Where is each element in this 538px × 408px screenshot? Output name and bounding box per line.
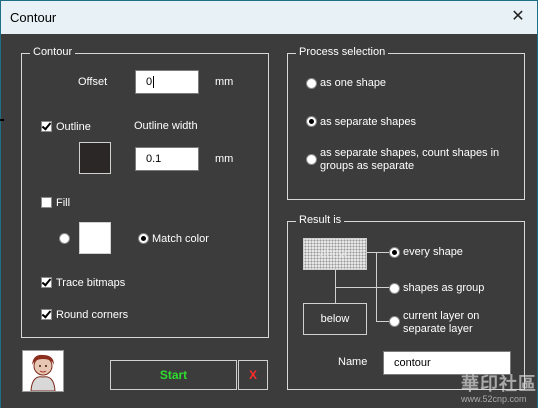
result-above-button[interactable]: above <box>303 238 367 270</box>
process-one-shape-radio[interactable] <box>306 78 317 89</box>
start-label: Start <box>159 368 188 382</box>
contour-legend: Contour <box>30 46 76 58</box>
trace-bitmaps-checkbox[interactable] <box>41 277 52 288</box>
fill-checkbox[interactable] <box>41 197 52 208</box>
outline-width-value: 0.1 <box>146 153 162 165</box>
outline-width-input[interactable]: 0.1 <box>135 147 199 171</box>
fill-color-swatch[interactable] <box>79 222 111 254</box>
name-label: Name <box>338 356 368 368</box>
cancel-label: X <box>248 368 257 382</box>
cancel-button[interactable]: X <box>238 360 268 390</box>
outline-label: Outline <box>56 121 91 133</box>
result-below-label: below <box>320 313 350 325</box>
process-count-groups-label-line1: as separate shapes, count shapes in <box>320 147 500 159</box>
stray-mark <box>0 119 4 121</box>
process-selection-legend: Process selection <box>296 46 389 58</box>
offset-unit: mm <box>215 76 234 88</box>
connector-horizontal-mid <box>335 287 389 288</box>
portrait-logo-icon[interactable] <box>22 350 64 392</box>
round-corners-label: Round corners <box>56 309 129 321</box>
result-below-button[interactable]: below <box>303 303 367 335</box>
round-corners-checkbox[interactable] <box>41 309 52 320</box>
connector-horizontal-top <box>367 252 389 253</box>
process-one-shape-label: as one shape <box>320 77 387 89</box>
result-current-layer-label-line1: current layer on <box>403 310 480 322</box>
outline-checkbox[interactable] <box>41 121 52 132</box>
watermark-url: www.52cnp.com <box>461 394 527 404</box>
process-count-groups-label-line2: groups as separate <box>320 160 415 172</box>
result-current-layer-radio[interactable] <box>389 316 400 327</box>
window-title: Contour <box>10 10 57 25</box>
offset-input[interactable]: 0 <box>135 70 199 94</box>
result-every-shape-label: every shape <box>403 246 463 258</box>
contour-group: Contour <box>21 46 269 338</box>
trace-bitmaps-label: Trace bitmaps <box>56 277 126 289</box>
offset-label: Offset <box>78 76 108 88</box>
title-bar: Contour ✕ <box>1 0 537 34</box>
process-separate-shapes-radio[interactable] <box>306 116 317 127</box>
start-button[interactable]: Start <box>110 360 237 390</box>
process-separate-shapes-label: as separate shapes <box>320 116 417 128</box>
close-icon[interactable]: ✕ <box>505 5 531 29</box>
result-every-shape-radio[interactable] <box>389 247 400 258</box>
outline-width-label: Outline width <box>134 120 198 132</box>
contour-dialog: Contour ✕ Contour Offset 0 mm Outline Ou… <box>0 0 538 408</box>
outline-color-swatch[interactable] <box>79 142 111 174</box>
result-above-label: above <box>320 248 350 260</box>
watermark-text: 華印社區 <box>461 374 537 394</box>
process-count-groups-radio[interactable] <box>306 154 317 165</box>
outline-width-unit: mm <box>215 153 234 165</box>
offset-value: 0 <box>146 76 153 88</box>
result-legend: Result is <box>296 214 345 226</box>
connector-horizontal-bottom <box>376 321 389 322</box>
name-value: contour <box>394 357 431 369</box>
match-color-label: Match color <box>152 233 209 245</box>
match-color-radio[interactable] <box>138 233 149 244</box>
result-current-layer-label-line2: separate layer <box>403 323 473 335</box>
fill-color-radio[interactable] <box>59 233 70 244</box>
fill-label: Fill <box>56 197 71 209</box>
result-shapes-as-group-radio[interactable] <box>389 283 400 294</box>
result-shapes-as-group-label: shapes as group <box>403 282 485 294</box>
